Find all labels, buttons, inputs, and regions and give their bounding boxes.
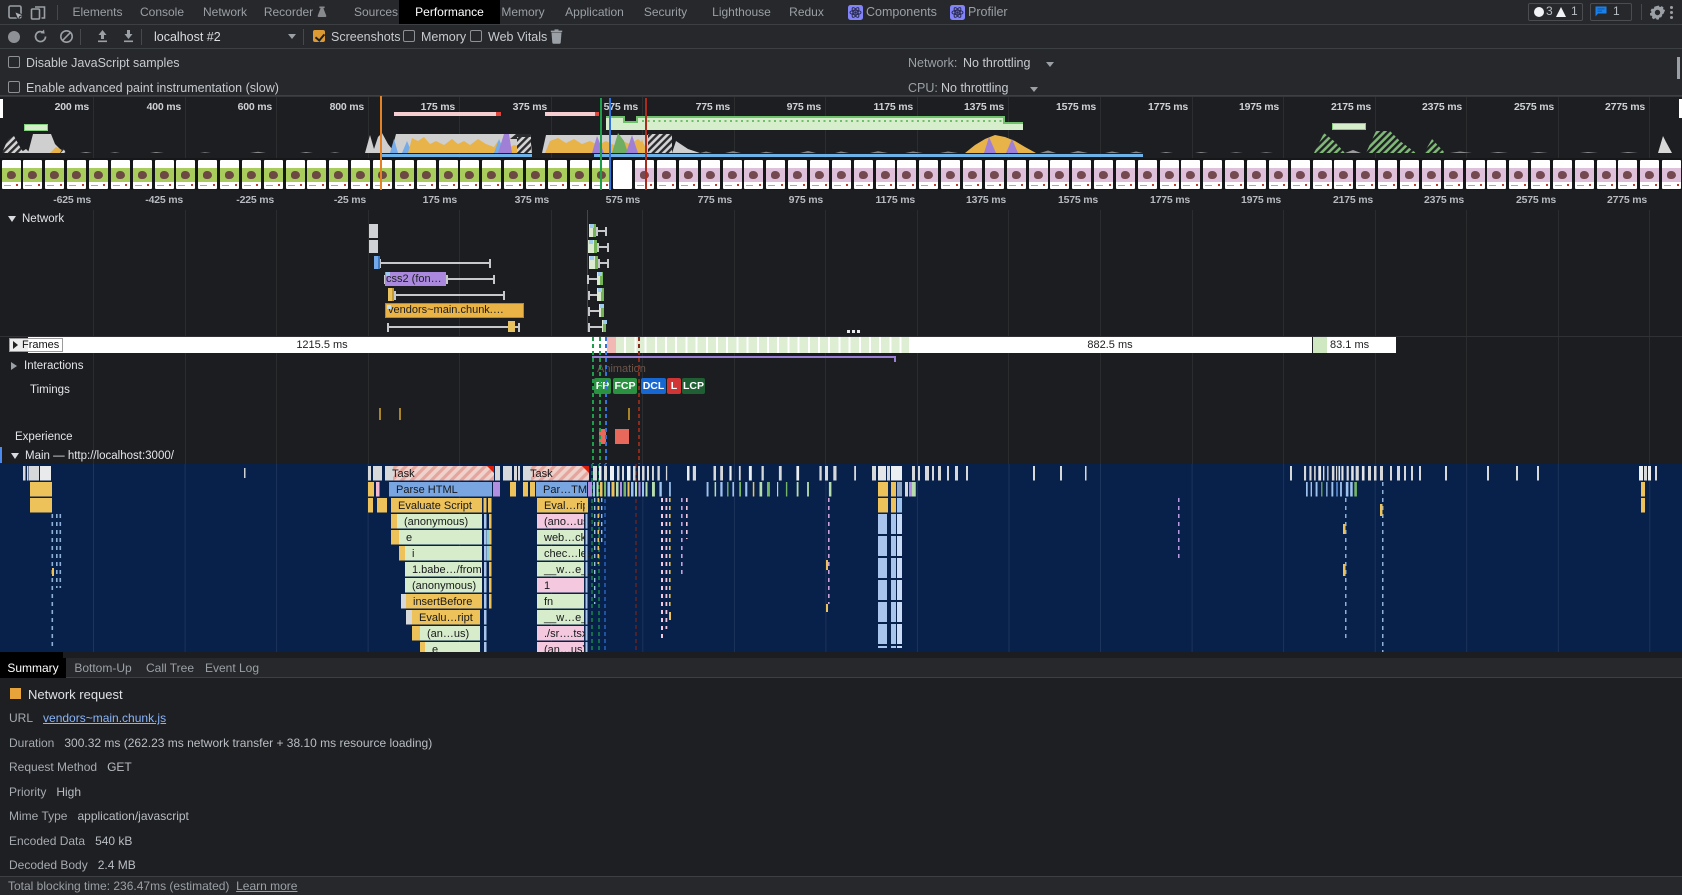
svg-text:Evaluate Script: Evaluate Script	[398, 500, 472, 512]
svg-text:web…ck: web…ck	[543, 532, 587, 544]
svg-text:insertBefore: insertBefore	[413, 596, 472, 608]
svg-text:Task: Task	[392, 468, 415, 480]
svg-text:(an…us): (an…us)	[544, 644, 586, 652]
svg-text:(ano…us): (ano…us)	[544, 516, 592, 528]
svg-text:e: e	[406, 532, 412, 544]
svg-text:Task: Task	[530, 468, 553, 480]
svg-text:e: e	[432, 644, 438, 652]
svg-text:1: 1	[544, 580, 550, 592]
svg-text:1.babe…/from: 1.babe…/from	[412, 564, 482, 576]
svg-text:(anonymous): (anonymous)	[412, 580, 476, 592]
svg-text:i: i	[412, 548, 414, 560]
svg-text:Par…TML: Par…TML	[543, 484, 593, 496]
svg-text:fn: fn	[544, 596, 553, 608]
svg-text:chec…les: chec…les	[544, 548, 593, 560]
svg-text:Eval…ript: Eval…ript	[544, 500, 592, 512]
svg-text:(anonymous): (anonymous)	[404, 516, 468, 528]
svg-text:Evalu…ript: Evalu…ript	[419, 612, 473, 624]
svg-text:./sr….tsx: ./sr….tsx	[544, 628, 588, 640]
svg-text:Parse HTML: Parse HTML	[396, 484, 458, 496]
svg-text:(an…us): (an…us)	[427, 628, 469, 640]
